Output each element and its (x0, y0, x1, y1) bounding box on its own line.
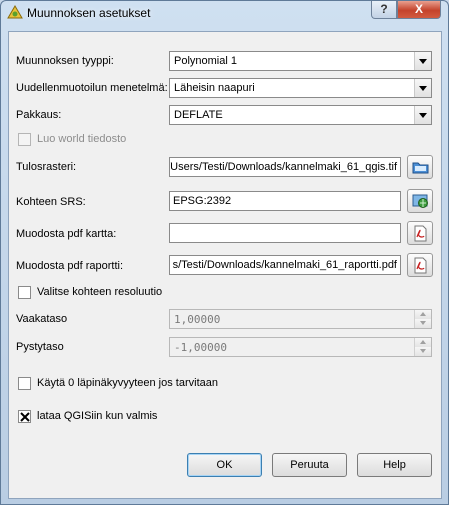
transform-type-value: Polynomial 1 (174, 55, 237, 67)
pdf-map-field[interactable] (169, 223, 401, 243)
chevron-down-icon[interactable] (414, 106, 431, 124)
spin-up-icon[interactable] (414, 338, 431, 347)
output-raster-field[interactable]: /Users/Testi/Downloads/kannelmaki_61_qgi… (169, 157, 401, 177)
dialog-window: Muunnoksen asetukset ? X Muunnoksen tyyp… (0, 0, 449, 505)
target-resolution-label: Valitse kohteen resoluutio (37, 286, 163, 298)
pdf-report-field[interactable]: s/Testi/Downloads/kannelmaki_61_raportti… (169, 255, 401, 275)
window-title: Muunnoksen asetukset (27, 6, 151, 20)
select-srs-button[interactable] (407, 189, 433, 213)
horizontal-resolution-spinbox[interactable]: 1,00000 (169, 309, 432, 329)
browse-output-button[interactable] (407, 155, 433, 179)
target-srs-label: Kohteen SRS: (16, 196, 86, 208)
folder-icon (412, 162, 429, 174)
resampling-value: Läheisin naapuri (174, 82, 255, 94)
horizontal-label: Vaakataso (16, 313, 68, 325)
spin-down-icon[interactable] (414, 347, 431, 356)
transform-type-label: Muunnoksen tyyppi: (16, 55, 114, 67)
transparency-label: Käytä 0 läpinäkyvyyteen jos tarvitaan (37, 377, 218, 389)
target-srs-field[interactable]: EPSG:2392 (169, 191, 401, 211)
vertical-label: Pystytaso (16, 341, 64, 353)
transparency-checkbox[interactable] (18, 377, 31, 390)
compression-label: Pakkaus: (16, 109, 62, 121)
spin-down-icon[interactable] (414, 319, 431, 328)
resampling-select[interactable]: Läheisin naapuri (169, 78, 432, 98)
globe-srs-icon (412, 194, 428, 208)
pdf-icon (414, 225, 427, 242)
qgis-app-icon (7, 5, 23, 19)
load-in-qgis-label: lataa QGISiin kun valmis (37, 410, 158, 422)
help-button[interactable]: Help (357, 453, 432, 477)
title-bar[interactable]: Muunnoksen asetukset ? X (1, 1, 448, 27)
target-resolution-checkbox[interactable] (18, 286, 31, 299)
spin-up-icon[interactable] (414, 310, 431, 319)
chevron-down-icon[interactable] (414, 52, 431, 70)
vertical-resolution-spinbox[interactable]: -1,00000 (169, 337, 432, 357)
browse-pdf-map-button[interactable] (407, 221, 433, 245)
browse-pdf-report-button[interactable] (407, 253, 433, 277)
vertical-value: -1,00000 (174, 341, 227, 354)
pdf-icon (414, 257, 427, 274)
load-in-qgis-checkbox[interactable] (18, 410, 31, 423)
chevron-down-icon[interactable] (414, 79, 431, 97)
compression-select[interactable]: DEFLATE (169, 105, 432, 125)
transform-type-select[interactable]: Polynomial 1 (169, 51, 432, 71)
ok-button[interactable]: OK (187, 453, 262, 477)
cancel-button[interactable]: Peruuta (272, 453, 347, 477)
pdf-report-label: Muodosta pdf raportti: (16, 260, 124, 272)
close-button[interactable]: X (397, 1, 441, 19)
output-raster-label: Tulosrasteri: (16, 161, 77, 173)
dialog-body: Muunnoksen tyyppi: Polynomial 1 Uudellen… (8, 31, 442, 499)
pdf-map-label: Muodosta pdf kartta: (16, 228, 117, 240)
title-help-button[interactable]: ? (371, 1, 397, 19)
horizontal-value: 1,00000 (174, 313, 221, 326)
world-file-checkbox[interactable] (18, 133, 31, 146)
compression-value: DEFLATE (174, 109, 223, 121)
resampling-label: Uudellenmuotoilun menetelmä: (16, 82, 168, 94)
world-file-label: Luo world tiedosto (37, 133, 127, 145)
checkmark-icon (20, 412, 30, 422)
